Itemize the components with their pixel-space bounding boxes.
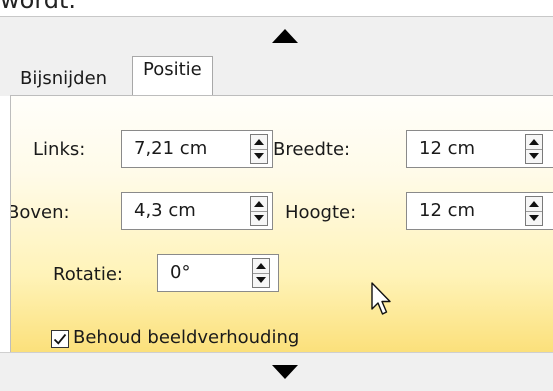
top-field[interactable]: 4,3 cm: [121, 192, 273, 230]
tab-bijsnijden[interactable]: Bijsnijden: [10, 60, 117, 96]
spin-down-icon[interactable]: [251, 149, 267, 163]
height-spinner[interactable]: [525, 196, 543, 226]
height-field[interactable]: 12 cm: [406, 192, 553, 230]
spin-up-icon[interactable]: [251, 197, 267, 212]
rotation-field[interactable]: 0°: [157, 254, 279, 292]
scroll-up-button[interactable]: [0, 16, 553, 58]
top-label: Boven:: [10, 202, 70, 223]
spin-up-icon[interactable]: [253, 259, 269, 274]
background-text-fragment: wordt.: [0, 0, 77, 14]
rotation-label: Rotatie:: [53, 264, 123, 285]
width-field[interactable]: 12 cm: [406, 130, 553, 168]
width-label: Breedte:: [273, 139, 351, 160]
left-value: 7,21 cm: [134, 138, 208, 159]
triangle-up-icon: [272, 29, 298, 43]
spin-up-icon[interactable]: [526, 197, 542, 212]
height-value: 12 cm: [419, 200, 476, 221]
top-spinner[interactable]: [250, 196, 268, 226]
spin-down-icon[interactable]: [526, 149, 542, 163]
spin-up-icon[interactable]: [251, 135, 267, 150]
left-field[interactable]: 7,21 cm: [121, 130, 273, 168]
top-value: 4,3 cm: [134, 200, 196, 221]
lock-aspect-checkbox[interactable]: [51, 330, 69, 348]
left-spinner[interactable]: [250, 134, 268, 164]
lock-aspect-label[interactable]: Behoud beeldverhouding: [73, 326, 299, 350]
left-label: Links:: [33, 139, 86, 160]
height-label: Hoogte:: [285, 202, 357, 223]
triangle-down-icon: [272, 365, 298, 379]
width-value: 12 cm: [419, 138, 476, 159]
rotation-value: 0°: [170, 262, 191, 283]
tab-strip: Bijsnijden Positie: [0, 56, 553, 97]
spin-down-icon[interactable]: [251, 211, 267, 225]
width-spinner[interactable]: [525, 134, 543, 164]
tab-positie[interactable]: Positie: [132, 56, 213, 97]
scroll-down-button[interactable]: [0, 352, 553, 391]
mouse-pointer-icon: [371, 282, 391, 315]
spin-down-icon[interactable]: [526, 211, 542, 225]
spin-down-icon[interactable]: [253, 273, 269, 287]
position-panel: Links: 7,21 cm Breedte: 12 cm Boven: 4,3…: [10, 95, 553, 353]
spin-up-icon[interactable]: [526, 135, 542, 150]
rotation-spinner[interactable]: [252, 258, 270, 288]
checkmark-icon: [53, 333, 67, 345]
